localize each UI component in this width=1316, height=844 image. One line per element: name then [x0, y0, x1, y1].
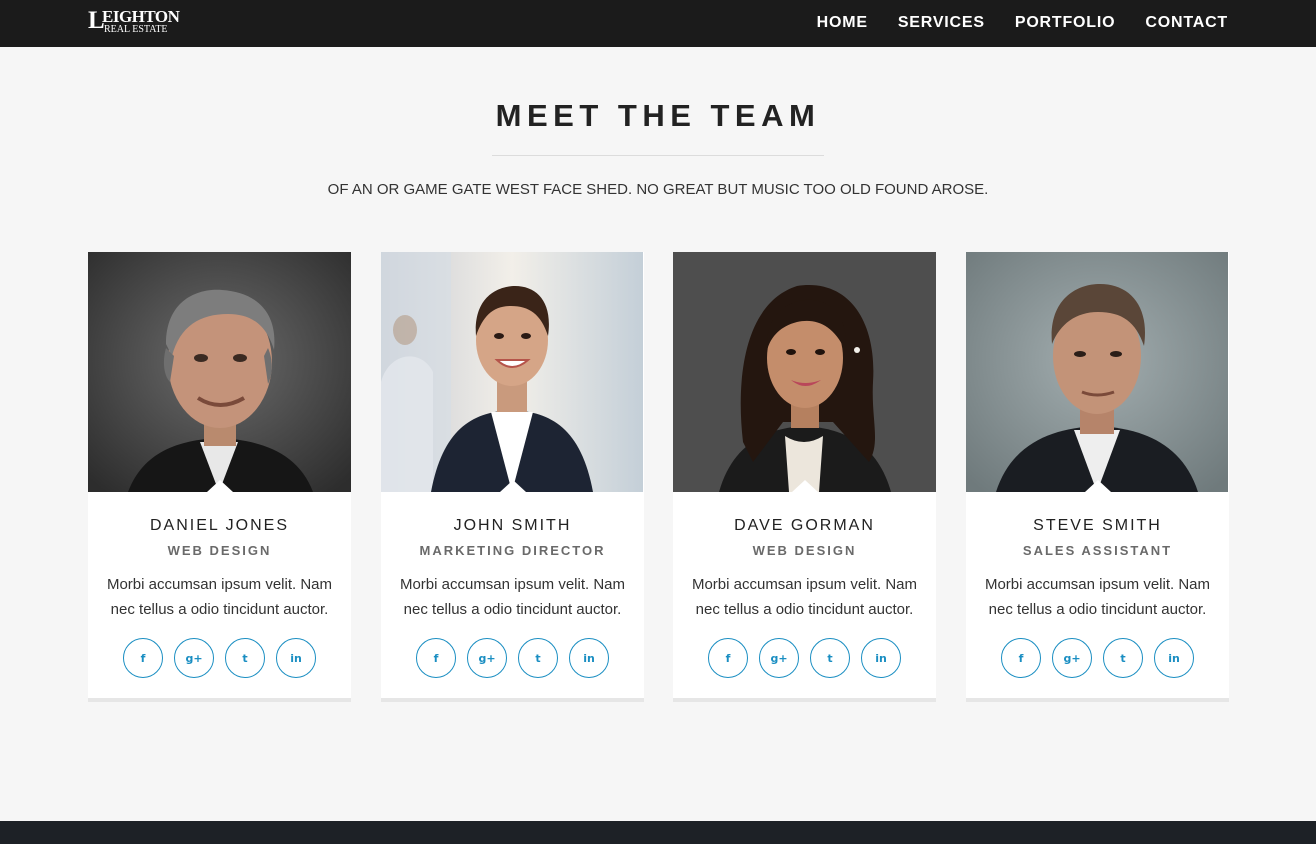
- linkedin-icon[interactable]: in: [276, 638, 316, 678]
- member-name: STEVE SMITH: [1033, 517, 1162, 534]
- linkedin-icon[interactable]: in: [569, 638, 609, 678]
- linkedin-icon[interactable]: in: [861, 638, 901, 678]
- member-bio: Morbi accumsan ipsum velit. Nam nec tell…: [984, 576, 1211, 618]
- member-photo: [673, 252, 936, 492]
- member-photo: [381, 252, 644, 492]
- social-links: f g+ t in: [88, 638, 351, 678]
- member-role: SALES ASSISTANT: [1022, 543, 1173, 558]
- facebook-icon[interactable]: f: [123, 638, 163, 678]
- team-card: STEVE SMITH SALES ASSISTANT Morbi accums…: [966, 252, 1229, 702]
- section-title: MEET THE TEAM: [495, 98, 821, 133]
- linkedin-icon[interactable]: in: [1154, 638, 1194, 678]
- member-bio: Morbi accumsan ipsum velit. Nam nec tell…: [399, 576, 626, 618]
- member-bio: Morbi accumsan ipsum velit. Nam nec tell…: [106, 576, 333, 618]
- nav-portfolio[interactable]: PORTFOLIO: [1015, 14, 1116, 34]
- social-links: f g+ t in: [381, 638, 644, 678]
- facebook-icon[interactable]: f: [416, 638, 456, 678]
- photo-notch: [499, 480, 526, 492]
- google-plus-icon[interactable]: g+: [174, 638, 214, 678]
- twitter-icon[interactable]: t: [1103, 638, 1143, 678]
- logo[interactable]: L EIGHTON REAL ESTATE: [88, 6, 188, 38]
- member-role: WEB DESIGN: [167, 543, 272, 558]
- photo-notch: [1084, 480, 1111, 492]
- member-name: DANIEL JONES: [150, 517, 289, 534]
- member-photo: [88, 252, 351, 492]
- twitter-icon[interactable]: t: [518, 638, 558, 678]
- team-card: JOHN SMITH MARKETING DIRECTOR Morbi accu…: [381, 252, 644, 702]
- top-navbar: L EIGHTON REAL ESTATE HOME SERVICES PORT…: [0, 0, 1316, 47]
- facebook-icon[interactable]: f: [1001, 638, 1041, 678]
- social-links: f g+ t in: [673, 638, 936, 678]
- member-role: WEB DESIGN: [752, 543, 857, 558]
- photo-notch: [791, 480, 818, 492]
- twitter-icon[interactable]: t: [225, 638, 265, 678]
- member-name: DAVE GORMAN: [734, 517, 875, 534]
- google-plus-icon[interactable]: g+: [759, 638, 799, 678]
- footer-strip: [0, 821, 1316, 844]
- nav-contact[interactable]: CONTACT: [1145, 14, 1228, 34]
- member-bio: Morbi accumsan ipsum velit. Nam nec tell…: [691, 576, 918, 618]
- social-links: f g+ t in: [966, 638, 1229, 678]
- title-divider: [492, 155, 824, 156]
- member-name: JOHN SMITH: [453, 517, 572, 534]
- logo-tagline: REAL ESTATE: [104, 24, 168, 35]
- member-photo: [966, 252, 1229, 492]
- google-plus-icon[interactable]: g+: [1052, 638, 1092, 678]
- team-card: DANIEL JONES WEB DESIGN Morbi accumsan i…: [88, 252, 351, 702]
- nav-home[interactable]: HOME: [817, 14, 868, 34]
- facebook-icon[interactable]: f: [708, 638, 748, 678]
- twitter-icon[interactable]: t: [810, 638, 850, 678]
- main-nav: HOME SERVICES PORTFOLIO CONTACT: [817, 0, 1228, 47]
- team-card: DAVE GORMAN WEB DESIGN Morbi accumsan ip…: [673, 252, 936, 702]
- nav-services[interactable]: SERVICES: [898, 14, 985, 34]
- photo-notch: [206, 480, 233, 492]
- member-role: MARKETING DIRECTOR: [419, 543, 606, 558]
- google-plus-icon[interactable]: g+: [467, 638, 507, 678]
- section-subtitle: OF AN OR GAME GATE WEST FACE SHED. NO GR…: [327, 181, 989, 198]
